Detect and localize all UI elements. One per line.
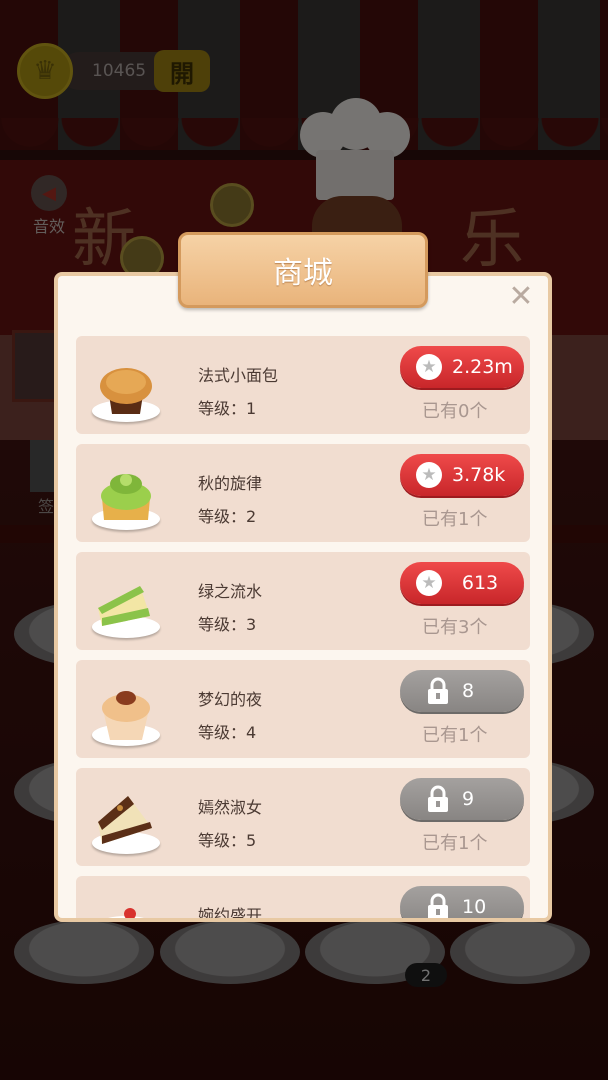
item-level: 等级：2 <box>198 507 257 526</box>
item-level: 等级：5 <box>198 831 257 850</box>
lock-icon <box>428 893 448 918</box>
shop-item-row: 嫣然淑女 等级：5 9 已有1个 <box>76 768 530 866</box>
item-name: 法式小面包 <box>198 366 279 385</box>
shop-item-row: 婉约盛开 10 <box>76 876 530 922</box>
locked-button[interactable]: 10 <box>400 886 524 918</box>
shop-title: 商城 <box>178 232 428 308</box>
lock-icon <box>428 677 448 704</box>
lock-icon <box>428 785 448 812</box>
star-icon: ★ <box>416 354 442 380</box>
item-name: 嫣然淑女 <box>198 798 263 817</box>
shop-modal: 法式小面包 等级：1 ★ 2.23m 已有0个 秋的旋律 等级：2 ★ 3.78… <box>54 272 552 922</box>
owned-count: 已有3个 <box>422 617 488 638</box>
item-name: 绿之流水 <box>198 582 263 601</box>
muffin-icon <box>88 346 164 426</box>
buy-button[interactable]: ★ 3.78k <box>400 454 524 496</box>
item-level: 等级：1 <box>198 399 257 418</box>
buy-button[interactable]: ★ 613 <box>400 562 524 604</box>
owned-count: 已有1个 <box>422 509 488 530</box>
shop-item-row: 秋的旋律 等级：2 ★ 3.78k 已有1个 <box>76 444 530 542</box>
item-name: 梦幻的夜 <box>198 690 263 709</box>
item-price: 613 <box>461 572 499 594</box>
green-cake-slice-icon <box>88 562 164 642</box>
shop-item-row: 法式小面包 等级：1 ★ 2.23m 已有0个 <box>76 336 530 434</box>
shop-item-row: 梦幻的夜 等级：4 8 已有1个 <box>76 660 530 758</box>
item-price: 2.23m <box>452 356 513 378</box>
shop-item-row: 绿之流水 等级：3 ★ 613 已有3个 <box>76 552 530 650</box>
buy-button[interactable]: ★ 2.23m <box>400 346 524 388</box>
locked-button[interactable]: 8 <box>400 670 524 712</box>
strawberry-cake-icon <box>88 886 164 918</box>
cupcake-icon <box>88 670 164 750</box>
unlock-level: 10 <box>462 896 487 918</box>
owned-count: 已有1个 <box>422 725 488 746</box>
locked-button[interactable]: 9 <box>400 778 524 820</box>
item-level: 等级：4 <box>198 723 257 742</box>
chocolate-cake-slice-icon <box>88 778 164 858</box>
star-icon: ★ <box>416 570 442 596</box>
kiwi-tart-icon <box>88 454 164 534</box>
owned-count: 已有1个 <box>422 833 488 854</box>
owned-count: 已有0个 <box>422 401 488 422</box>
close-icon[interactable]: ✕ <box>506 282 536 312</box>
unlock-level: 8 <box>462 680 475 702</box>
item-price: 3.78k <box>452 464 506 486</box>
item-name: 秋的旋律 <box>198 474 263 493</box>
item-name: 婉约盛开 <box>198 906 263 922</box>
unlock-level: 9 <box>462 788 475 810</box>
star-icon: ★ <box>416 462 442 488</box>
item-level: 等级：3 <box>198 615 257 634</box>
